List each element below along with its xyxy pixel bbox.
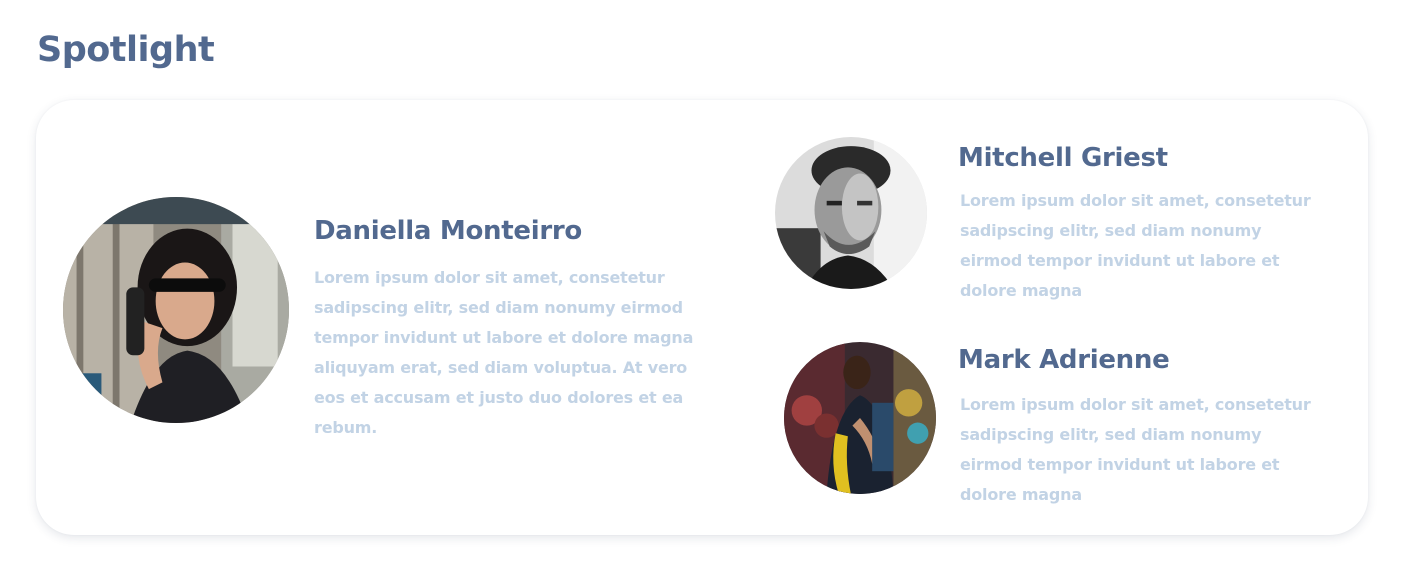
portrait-photo-icon — [784, 342, 936, 494]
avatar[interactable] — [63, 197, 289, 423]
person-bio: Lorem ipsum dolor sit amet, consetetur s… — [314, 268, 694, 437]
person-name[interactable]: Daniella Monteirro — [314, 216, 582, 246]
portrait-photo-icon — [775, 137, 927, 289]
avatar[interactable] — [775, 137, 927, 289]
person-name[interactable]: Mark Adrienne — [958, 345, 1170, 375]
spotlight-card: Daniella Monteirro Lorem ipsum dolor sit… — [36, 100, 1368, 535]
person-bio: Lorem ipsum dolor sit amet, consetetur s… — [960, 191, 1311, 300]
avatar[interactable] — [784, 342, 936, 494]
portrait-photo-icon — [63, 197, 289, 423]
person-bio: Lorem ipsum dolor sit amet, consetetur s… — [960, 395, 1311, 504]
page-title: Spotlight — [37, 30, 215, 70]
person-name[interactable]: Mitchell Griest — [958, 143, 1168, 173]
